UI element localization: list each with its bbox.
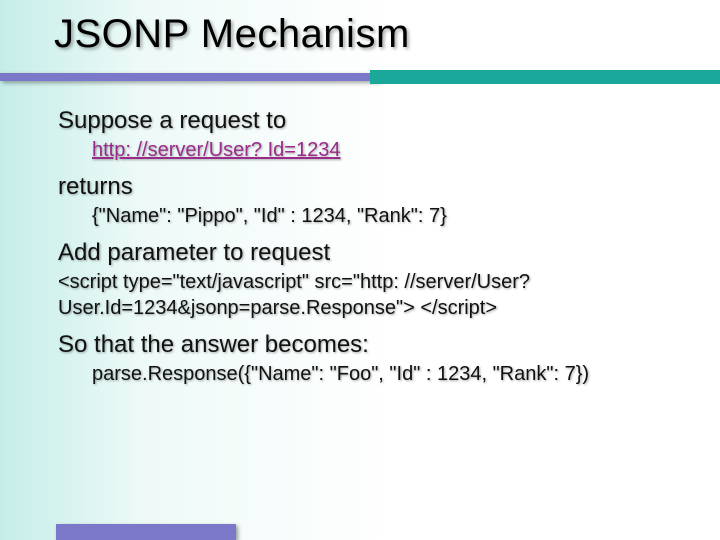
text-url: http: //server/User? Id=1234 — [92, 137, 678, 163]
bar-teal — [370, 70, 720, 84]
text-returns: returns — [58, 173, 678, 201]
text-script-tag: <script type="text/javascript" src="http… — [58, 269, 678, 321]
slide-title: JSONP Mechanism — [0, 0, 720, 63]
slide-content: Suppose a request to http: //server/User… — [0, 107, 720, 387]
bar-purple — [0, 73, 380, 81]
text-json2: parse.Response({"Name": "Foo", "Id" : 12… — [92, 361, 678, 387]
title-underline — [0, 63, 720, 83]
footer-bar — [56, 524, 236, 540]
text-json1: {"Name": "Pippo", "Id" : 1234, "Rank": 7… — [92, 203, 678, 229]
text-add-param: Add parameter to request — [58, 239, 678, 267]
text-suppose: Suppose a request to — [58, 107, 678, 135]
text-so-that: So that the answer becomes: — [58, 331, 678, 359]
